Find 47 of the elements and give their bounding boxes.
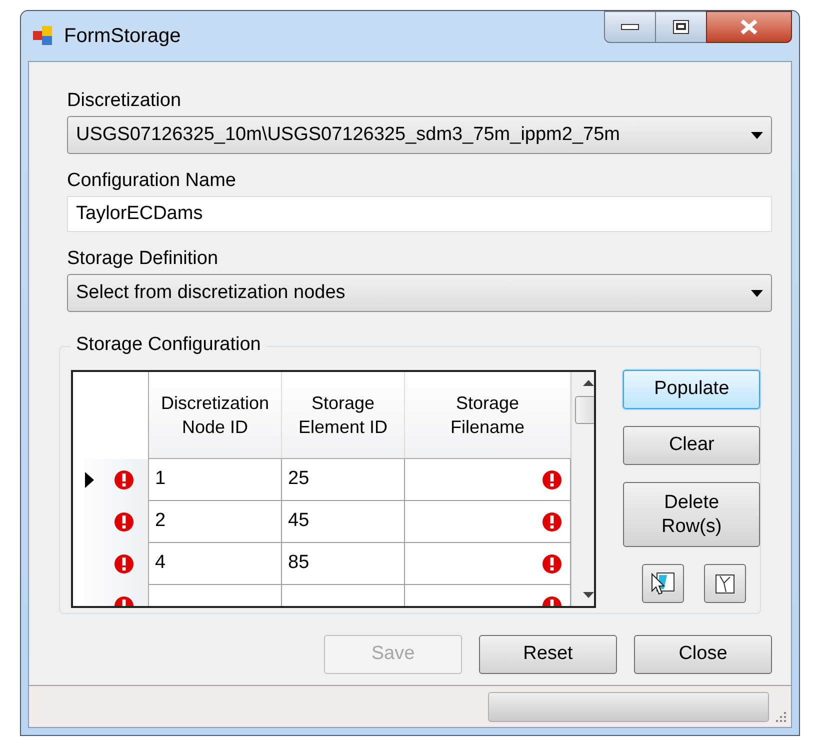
action-button[interactable]: Clear (623, 426, 760, 465)
close-icon (739, 19, 759, 35)
dropdown[interactable]: Select from discretization nodes (67, 274, 772, 312)
text-field[interactable]: TaylorECDams (67, 196, 772, 232)
minimize-button[interactable] (604, 11, 656, 43)
cell-text: 1 (155, 467, 166, 492)
app-icon (32, 25, 54, 47)
maximize-button[interactable] (656, 11, 706, 43)
field-label: Configuration Name (67, 169, 237, 193)
column-header[interactable]: Storage Element ID (282, 372, 405, 459)
scrollbar[interactable] (571, 372, 594, 606)
scroll-down-icon (582, 592, 594, 598)
cell-text: 4 (155, 551, 166, 576)
error-icon (114, 470, 134, 490)
error-icon (114, 512, 134, 532)
cell-text: 45 (288, 509, 310, 534)
cell-text: 85 (288, 551, 310, 576)
field-label: Storage Definition (67, 247, 220, 271)
field-label: Discretization (67, 89, 182, 113)
window-title: FormStorage (64, 24, 181, 49)
action-button[interactable]: Delete Row(s) (623, 482, 760, 547)
maximize-icon (673, 20, 689, 34)
scroll-thumb[interactable] (574, 396, 594, 424)
map-icon (715, 574, 736, 594)
cell-text: 2 (155, 509, 166, 534)
dialog-button[interactable]: Close (634, 635, 772, 674)
column-header[interactable]: Discretization Node ID (149, 372, 282, 459)
scroll-up-icon (582, 380, 594, 386)
cell-text: 25 (288, 467, 310, 492)
action-button[interactable]: Populate (623, 370, 760, 409)
minimize-icon (621, 24, 639, 30)
row-header[interactable] (73, 459, 149, 501)
close-button[interactable] (706, 11, 792, 43)
select-nodes-button[interactable] (642, 564, 684, 603)
dialog-button[interactable]: Reset (479, 635, 617, 674)
resize-grip-icon (773, 709, 787, 723)
dropdown[interactable]: USGS07126325_10m\USGS07126325_sdm3_75m_ippm2_75m (67, 116, 772, 154)
error-icon (542, 512, 562, 532)
error-icon (542, 554, 562, 574)
column-header[interactable]: Storage Filename (405, 372, 571, 459)
dropdown-arrow-icon (751, 290, 763, 296)
error-icon (114, 554, 134, 574)
dropdown-arrow-icon (751, 132, 763, 138)
current-row-icon (85, 472, 94, 488)
map-button[interactable] (704, 564, 746, 603)
error-icon (542, 470, 562, 490)
pointer-map-icon (649, 570, 678, 596)
